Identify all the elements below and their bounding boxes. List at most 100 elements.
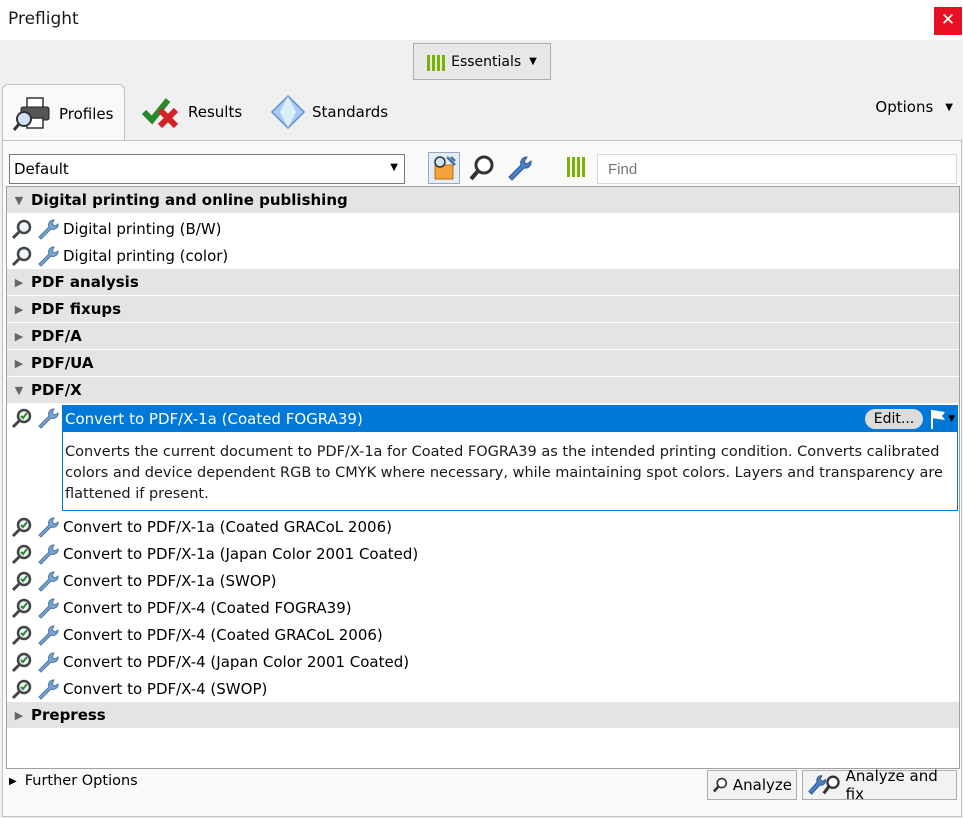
fix-icon <box>38 544 59 565</box>
group-pdf-a[interactable]: ▶ PDF/A <box>7 323 959 349</box>
fix-icon <box>508 156 532 181</box>
profiles-panel: Default ▼ ▼ Digital printing and online … <box>2 140 962 817</box>
group-pdf-ua[interactable]: ▶ PDF/UA <box>7 350 959 376</box>
list-item[interactable]: Convert to PDF/X-1a (SWOP) <box>7 567 959 594</box>
fix-icon <box>38 652 59 673</box>
workspace-dropdown[interactable]: Essentials ▼ <box>413 43 551 80</box>
item-label: Digital printing (color) <box>63 246 229 265</box>
analyze-tool-button[interactable] <box>466 152 498 184</box>
item-label: Convert to PDF/X-4 (Japan Color 2001 Coa… <box>63 652 410 671</box>
group-pdf-analysis[interactable]: ▶ PDF analysis <box>7 269 959 295</box>
collapsed-triangle-icon: ▶ <box>14 275 24 289</box>
analyze-check-icon <box>11 652 32 672</box>
group-label: Digital printing and online publishing <box>31 191 348 209</box>
list-item[interactable]: Convert to PDF/X-1a (Japan Color 2001 Co… <box>7 540 959 567</box>
selected-profile-label: Convert to PDF/X-1a (Coated FOGRA39) <box>65 410 363 428</box>
close-button[interactable]: ✕ <box>934 7 962 35</box>
flag-menu-button[interactable]: ▼ <box>929 408 955 430</box>
analyze-check-icon <box>11 408 32 428</box>
profile-set-select[interactable]: Default ▼ <box>9 154 405 184</box>
selected-profile-header[interactable]: Convert to PDF/X-1a (Coated FOGRA39) Edi… <box>63 406 957 432</box>
list-item[interactable]: Convert to PDF/X-4 (SWOP) <box>7 675 959 702</box>
further-options-label: Further Options <box>24 773 138 789</box>
collapsed-triangle-icon: ▶ <box>14 356 24 370</box>
options-menu[interactable]: Options ▼ <box>875 98 953 116</box>
item-label: Convert to PDF/X-4 (Coated FOGRA39) <box>63 598 352 617</box>
item-label: Convert to PDF/X-4 (Coated GRACoL 2006) <box>63 625 383 644</box>
check-cross-icon <box>142 98 179 129</box>
list-item[interactable]: Convert to PDF/X-1a (Coated GRACoL 2006) <box>7 513 959 540</box>
collapsed-triangle-icon: ▶ <box>9 775 17 787</box>
chevron-down-icon: ▼ <box>948 414 955 424</box>
group-pdf-x[interactable]: ▼ PDF/X <box>7 377 959 403</box>
fix-icon <box>38 408 59 429</box>
item-label: Convert to PDF/X-1a (SWOP) <box>63 571 277 590</box>
tab-bar: Profiles Results Standards Options ▼ <box>0 84 963 142</box>
item-label: Convert to PDF/X-4 (SWOP) <box>63 679 268 698</box>
collapsed-triangle-icon: ▶ <box>14 708 24 722</box>
analyze-check-icon <box>11 571 32 591</box>
tab-label: Standards <box>312 103 389 121</box>
expanded-triangle-icon: ▼ <box>14 383 24 397</box>
group-label: PDF analysis <box>31 273 139 291</box>
analyze-check-icon <box>11 598 32 618</box>
tab-standards[interactable]: Standards <box>270 84 388 140</box>
group-pdf-fixups[interactable]: ▶ PDF fixups <box>7 296 959 322</box>
fix-icon <box>38 517 59 538</box>
fix-icon <box>38 625 59 646</box>
analyze-icon <box>712 777 728 793</box>
fix-icon <box>38 246 59 267</box>
workspace-label: Essentials <box>451 53 522 70</box>
group-prepress[interactable]: ▶ Prepress <box>7 702 959 728</box>
group-digital-printing[interactable]: ▼ Digital printing and online publishing <box>7 187 959 213</box>
bar-chart-icon <box>427 53 446 71</box>
group-label: PDF/UA <box>31 354 94 372</box>
tab-profiles[interactable]: Profiles <box>2 84 125 142</box>
edit-button[interactable]: Edit... <box>865 409 923 429</box>
fix-tool-button[interactable] <box>503 152 535 184</box>
tab-results[interactable]: Results <box>142 84 242 140</box>
fix-icon <box>38 598 59 619</box>
group-label: PDF fixups <box>31 300 122 318</box>
group-label: PDF/A <box>31 327 82 345</box>
further-options-toggle[interactable]: ▶ Further Options <box>9 773 138 789</box>
analyze-icon <box>11 246 32 266</box>
workspace-tool-button[interactable] <box>560 152 592 184</box>
window-title: Preflight <box>8 9 79 29</box>
analyze-and-fix-label: Analyze and fix <box>845 767 938 803</box>
title-bar: Preflight ✕ <box>0 0 963 40</box>
list-item[interactable]: Digital printing (B/W) <box>7 215 959 242</box>
profile-set-value: Default <box>14 160 69 178</box>
list-item[interactable]: Digital printing (color) <box>7 242 959 269</box>
analyze-label: Analyze <box>732 776 792 794</box>
profile-actions-icon <box>434 156 456 180</box>
selected-profile[interactable]: Convert to PDF/X-1a (Coated FOGRA39) Edi… <box>62 405 958 511</box>
fix-icon <box>38 219 59 240</box>
chevron-down-icon: ▼ <box>945 101 953 113</box>
profile-list: ▼ Digital printing and online publishing… <box>6 186 960 769</box>
list-item[interactable]: Convert to PDF/X-4 (Coated GRACoL 2006) <box>7 621 959 648</box>
selected-item-icons <box>7 404 63 431</box>
item-label: Convert to PDF/X-1a (Coated GRACoL 2006) <box>63 517 392 536</box>
analyze-icon <box>822 775 841 795</box>
close-icon: ✕ <box>940 10 956 30</box>
options-label: Options <box>875 98 934 116</box>
item-label: Convert to PDF/X-1a (Japan Color 2001 Co… <box>63 544 419 563</box>
analyze-check-icon <box>11 679 32 699</box>
printer-magnifier-icon <box>13 96 50 131</box>
collapsed-triangle-icon: ▶ <box>14 329 24 343</box>
tab-label: Profiles <box>59 104 114 123</box>
flag-icon <box>931 410 946 429</box>
profile-actions-button[interactable] <box>428 152 460 184</box>
list-item[interactable]: Convert to PDF/X-4 (Coated FOGRA39) <box>7 594 959 621</box>
analyze-and-fix-button[interactable]: Analyze and fix <box>802 767 957 803</box>
item-label: Digital printing (B/W) <box>63 219 222 238</box>
analyze-button[interactable]: Analyze <box>707 770 797 800</box>
analyze-icon <box>469 155 494 181</box>
chevron-down-icon: ▼ <box>529 56 537 67</box>
analyze-check-icon <box>11 517 32 537</box>
diamond-icon <box>270 94 306 130</box>
find-input[interactable] <box>597 154 957 184</box>
analyze-check-icon <box>11 625 32 645</box>
list-item[interactable]: Convert to PDF/X-4 (Japan Color 2001 Coa… <box>7 648 959 675</box>
